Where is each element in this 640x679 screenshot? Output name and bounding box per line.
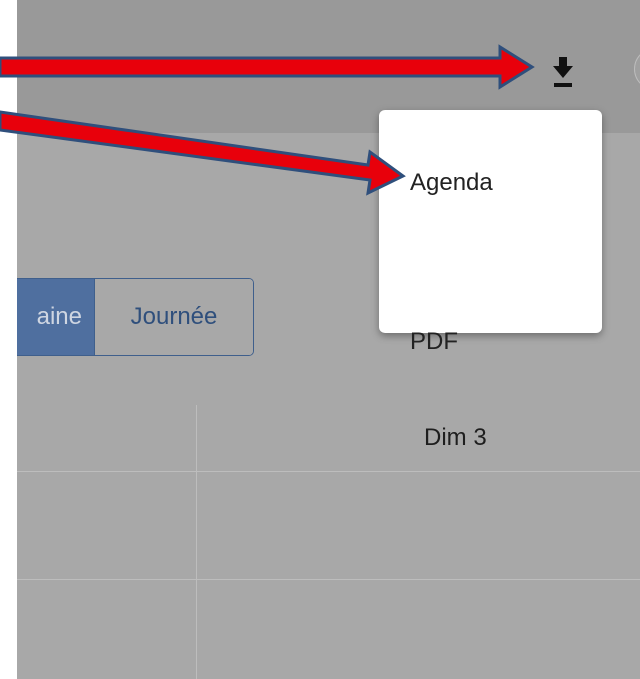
avatar[interactable] bbox=[634, 48, 640, 90]
download-menu: Agenda PDF bbox=[379, 110, 602, 355]
download-icon bbox=[553, 57, 573, 87]
view-toggle: aine Journée bbox=[17, 278, 254, 356]
menu-item-agenda[interactable]: Agenda bbox=[379, 143, 602, 223]
week-view-button[interactable]: aine bbox=[17, 279, 94, 355]
calendar-grid-line bbox=[17, 579, 640, 580]
column-header-dim-3: Dim 3 bbox=[424, 424, 487, 451]
day-view-button[interactable]: Journée bbox=[94, 279, 253, 355]
calendar-grid-line bbox=[196, 405, 197, 679]
calendar-grid-line bbox=[17, 471, 640, 472]
menu-item-pdf[interactable]: PDF bbox=[379, 302, 602, 382]
download-button[interactable] bbox=[542, 53, 582, 93]
